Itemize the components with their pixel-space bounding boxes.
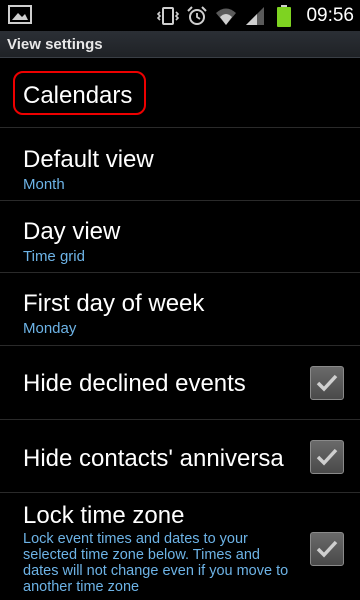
checkbox-checked[interactable]	[310, 440, 344, 474]
status-time: 09:56	[306, 4, 354, 26]
image-icon	[8, 4, 32, 26]
setting-label: Default view	[23, 146, 154, 173]
battery-icon	[273, 4, 295, 27]
title-bar: View settings	[0, 31, 360, 58]
status-bar: 09:56	[0, 0, 360, 31]
checkmark-icon	[316, 448, 338, 466]
setting-calendars[interactable]: Calendars	[0, 58, 360, 128]
signal-icon	[244, 5, 266, 27]
alarm-icon	[186, 5, 208, 27]
setting-label: Day view	[23, 218, 121, 245]
setting-day-view[interactable]: Day view Time grid	[0, 201, 360, 273]
settings-list: Calendars Default view Month Day view Ti…	[0, 58, 360, 595]
setting-hide-contacts-anniversaries[interactable]: Hide contacts' anniversa	[0, 420, 360, 493]
checkbox-checked[interactable]	[310, 366, 344, 400]
setting-first-day-of-week[interactable]: First day of week Monday	[0, 273, 360, 346]
checkmark-icon	[316, 540, 338, 558]
setting-label: Lock time zone	[23, 502, 185, 529]
setting-label: Hide contacts' anniversa	[23, 445, 284, 472]
checkmark-icon	[316, 374, 338, 392]
setting-value: Month	[23, 176, 65, 193]
setting-lock-time-zone[interactable]: Lock time zone Lock event times and date…	[0, 493, 360, 595]
page-title: View settings	[7, 35, 103, 53]
setting-label: Calendars	[23, 82, 133, 109]
setting-value: Monday	[23, 320, 77, 337]
setting-description: Lock event times and dates to your selec…	[23, 531, 289, 595]
wifi-icon	[215, 5, 237, 27]
setting-label: Hide declined events	[23, 370, 246, 397]
checkbox-checked[interactable]	[310, 532, 344, 566]
setting-hide-declined-events[interactable]: Hide declined events	[0, 346, 360, 420]
setting-label: First day of week	[23, 290, 205, 317]
setting-value: Time grid	[23, 248, 85, 265]
vibrate-icon	[157, 5, 180, 27]
setting-default-view[interactable]: Default view Month	[0, 128, 360, 201]
